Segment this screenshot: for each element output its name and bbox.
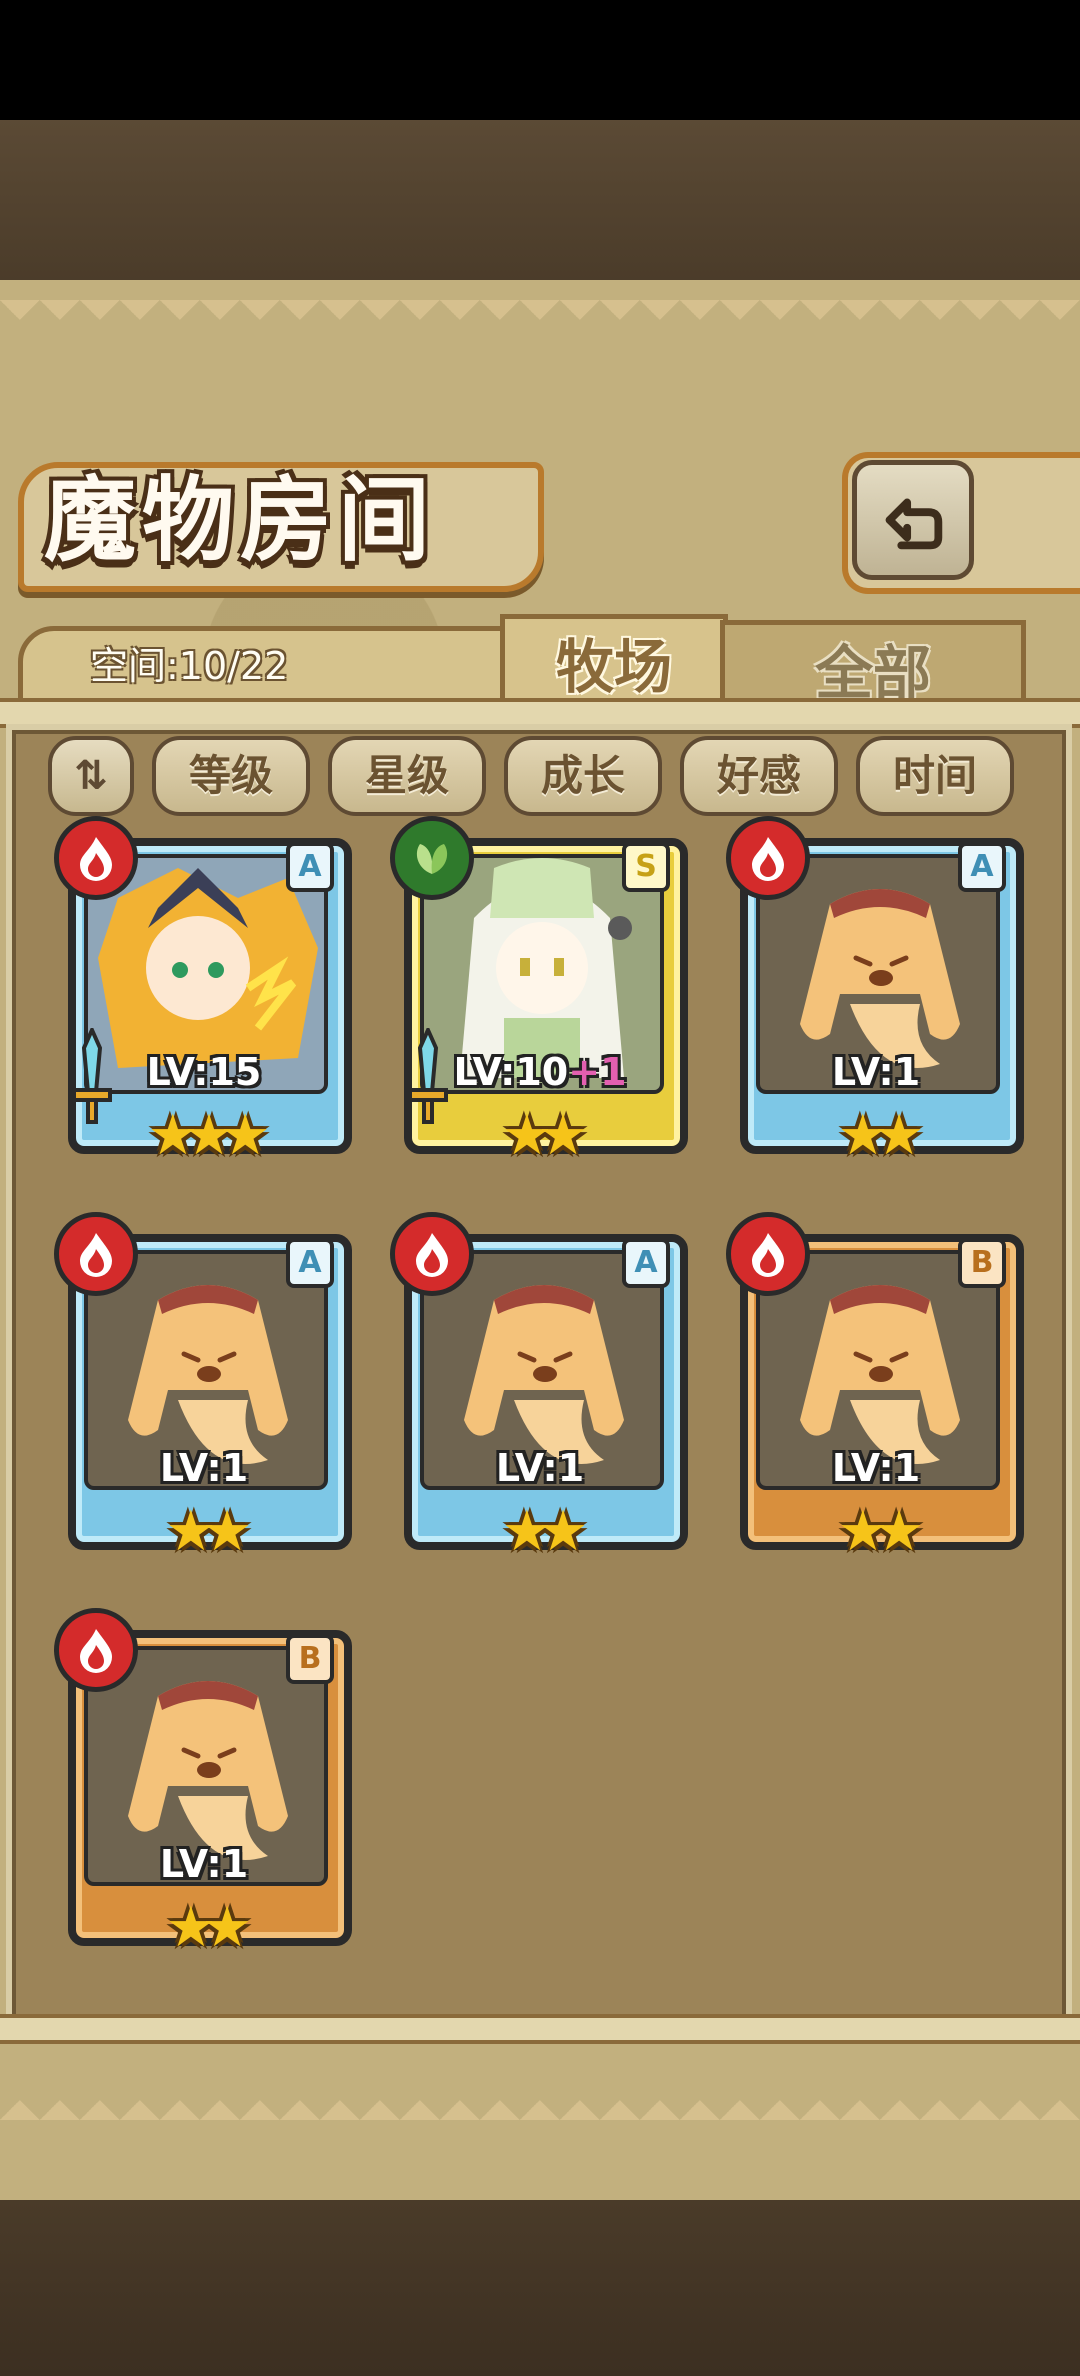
star-rating: ★★ xyxy=(837,1499,924,1564)
monster-card[interactable]: B LV:1 ★★ xyxy=(726,1212,1024,1560)
level-text: LV:1 xyxy=(495,1446,585,1490)
monster-level: LV:1 xyxy=(84,1842,324,1886)
sort-by-affection-button[interactable]: 好感 xyxy=(680,736,838,816)
level-text: LV:1 xyxy=(159,1446,249,1490)
level-text: LV:1 xyxy=(831,1050,921,1094)
fire-element-icon xyxy=(390,1212,474,1296)
rank-badge: A xyxy=(958,842,1006,892)
rank-badge: A xyxy=(286,1238,334,1288)
sort-by-time-button[interactable]: 时间 xyxy=(856,736,1014,816)
star-rating: ★★ xyxy=(165,1499,252,1564)
page-title: 魔物房间 xyxy=(44,467,437,574)
monster-level: LV:1 xyxy=(84,1446,324,1490)
monster-card[interactable]: A LV:1 ★★ xyxy=(726,816,1024,1164)
monster-level: LV:1 xyxy=(420,1446,660,1490)
bottom-background xyxy=(0,2200,1080,2376)
storage-count: 空间:10/22 xyxy=(90,644,289,688)
back-button[interactable] xyxy=(852,460,974,580)
fire-element-icon xyxy=(54,816,138,900)
level-text: LV:1 xyxy=(159,1842,249,1886)
rank-badge: S xyxy=(622,842,670,892)
monster-card[interactable]: S LV:10+1 ★★ xyxy=(390,816,688,1164)
level-text: LV:15 xyxy=(146,1050,262,1094)
monster-level: LV:1 xyxy=(756,1446,996,1490)
fire-element-icon xyxy=(54,1212,138,1296)
fire-element-icon xyxy=(54,1608,138,1692)
fire-element-icon xyxy=(726,816,810,900)
level-text: LV:1 xyxy=(831,1446,921,1490)
star-rating: ★★★ xyxy=(147,1103,271,1168)
rank-badge: A xyxy=(286,842,334,892)
sort-by-level-button[interactable]: 等级 xyxy=(152,736,310,816)
monster-card[interactable]: A LV:1 ★★ xyxy=(390,1212,688,1560)
zigzag-border-bottom xyxy=(0,2080,1080,2120)
monster-card[interactable]: A LV:15 ★★★ xyxy=(54,816,352,1164)
zigzag-border-top xyxy=(0,300,1080,340)
star-rating: ★★ xyxy=(837,1103,924,1168)
sort-by-growth-button[interactable]: 成长 xyxy=(504,736,662,816)
star-rating: ★★ xyxy=(165,1895,252,1960)
level-text: LV:10 xyxy=(453,1050,569,1094)
plant-element-icon xyxy=(390,816,474,900)
monster-level: LV:10+1 xyxy=(420,1050,660,1094)
rank-badge: B xyxy=(286,1634,334,1684)
fire-element-icon xyxy=(726,1212,810,1296)
panel-bottom-rail xyxy=(0,2014,1080,2044)
monster-card[interactable]: B LV:1 ★★ xyxy=(54,1608,352,1956)
star-rating: ★★ xyxy=(501,1499,588,1564)
sort-by-stars-button[interactable]: 星级 xyxy=(328,736,486,816)
level-bonus: +1 xyxy=(568,1050,627,1094)
top-background xyxy=(0,120,1080,290)
sort-order-toggle[interactable]: ⇅ xyxy=(48,736,134,816)
monster-level: LV:1 xyxy=(756,1050,996,1094)
rank-badge: B xyxy=(958,1238,1006,1288)
rank-badge: A xyxy=(622,1238,670,1288)
star-rating: ★★ xyxy=(501,1103,588,1168)
monster-card[interactable]: A LV:1 ★★ xyxy=(54,1212,352,1560)
sort-toggle-icon: ⇅ xyxy=(74,753,108,799)
monster-level: LV:15 xyxy=(84,1050,324,1094)
return-icon xyxy=(885,498,943,550)
